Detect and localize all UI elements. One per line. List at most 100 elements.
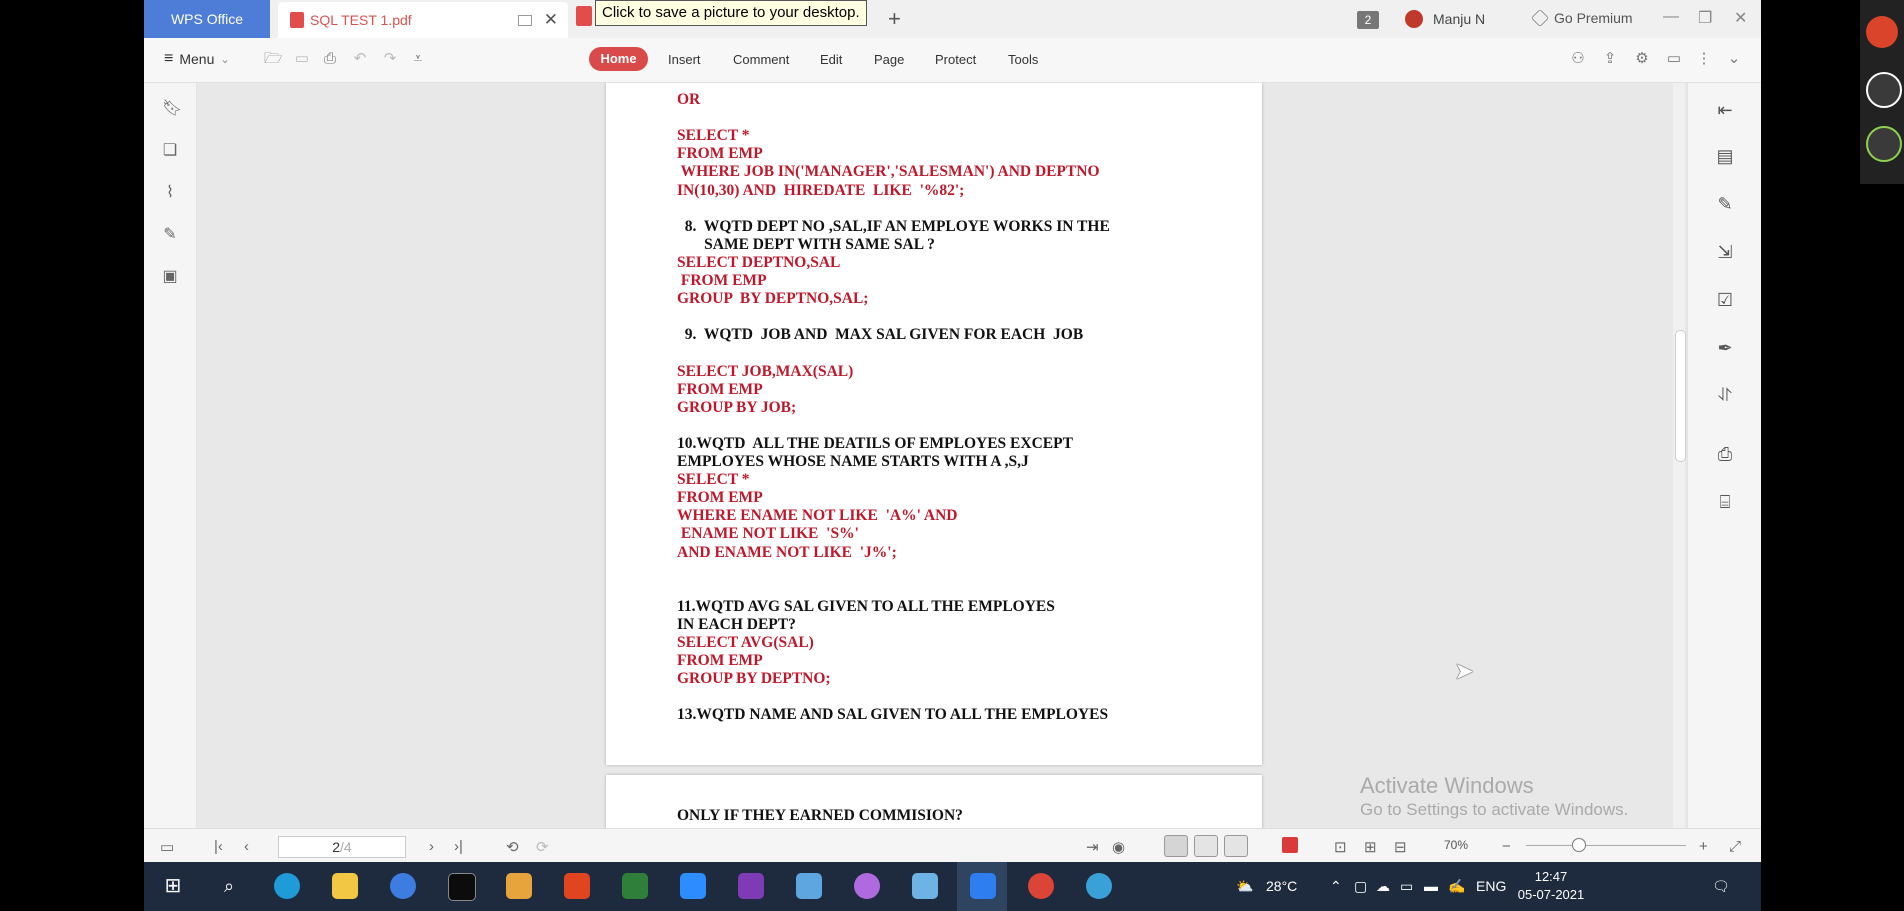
raise-hand-icon[interactable] [1866,126,1902,162]
tab-page[interactable]: Page [874,52,904,67]
stamp-icon[interactable]: ▣ [162,269,178,285]
print-icon[interactable]: ⎙ [322,51,338,67]
zoom-level[interactable]: 70% [1444,838,1468,852]
redo-icon[interactable]: ↷ [382,51,398,67]
network-icon[interactable]: ▭ [1400,862,1413,911]
compare-icon[interactable]: ⥯ [1716,386,1734,404]
prev-page-icon[interactable]: ‹ [244,838,249,855]
tab-home[interactable]: Home [589,47,648,71]
pdf-to-word-icon[interactable]: ▤ [1716,147,1734,165]
onenote-icon[interactable] [738,873,764,899]
onedrive-icon[interactable]: ☁ [1376,862,1390,911]
collapse-panel-icon[interactable]: ⇤ [1716,101,1734,119]
paint3d-icon[interactable] [854,873,880,899]
clock[interactable]: 12:47 05-07-2021 [1514,868,1588,904]
rotate-right-icon[interactable]: ⟳ [536,838,549,856]
last-page-icon[interactable]: ›| [454,838,463,855]
play-icon[interactable] [1282,837,1298,853]
window-icon[interactable] [1866,72,1902,108]
open-folder-icon[interactable]: 🗁 [264,51,283,67]
snipping-icon[interactable] [912,873,938,899]
tab-protect[interactable]: Protect [935,52,976,67]
more-icon[interactable]: ⋮ [1696,51,1712,67]
tab-insert[interactable]: Insert [668,52,701,67]
mute-mic-icon[interactable] [1866,16,1898,48]
exit-icon[interactable]: ⇥ [1086,838,1099,856]
print-panel-icon[interactable]: ⎙ [1716,445,1734,463]
tab-edit[interactable]: Edit [820,52,842,67]
bookmark-icon[interactable]: 🔖︎ [162,101,182,117]
tray-app-icon[interactable]: ▢ [1354,862,1367,911]
share-icon[interactable]: ⇪ [1602,51,1618,67]
user-account[interactable]: Manju N [1405,10,1485,28]
tray-chevron-icon[interactable]: ⌃ [1330,862,1342,911]
share-user-icon[interactable]: ⚇ [1570,51,1586,67]
attachment-icon[interactable]: ⌇ [162,185,178,201]
actual-size-icon[interactable]: ⊡ [1334,838,1347,856]
close-tab-icon[interactable]: ✕ [544,10,558,30]
search-icon[interactable]: ⌕ [216,873,242,899]
chrome-blue-icon[interactable] [390,873,416,899]
zoom-slider[interactable] [1526,845,1686,846]
zoom-slider-knob[interactable] [1572,838,1586,852]
ocr-icon[interactable]: ⌸ [1716,493,1734,511]
weather-icon[interactable]: ⛅ [1236,862,1253,911]
wps-taskbar-icon[interactable] [970,873,996,899]
sidebar-toggle-icon[interactable]: ▭ [160,838,174,856]
zoom-app-icon[interactable] [680,873,706,899]
start-icon[interactable]: ⊞ [160,873,186,899]
edge-icon[interactable] [274,873,300,899]
zoom-out-icon[interactable]: − [1502,838,1511,855]
notepad-icon[interactable] [796,873,822,899]
tab-wps-office[interactable]: WPS Office [144,0,270,38]
document-viewport[interactable]: OR SELECT * FROM EMP WHERE JOB IN('MANAGER… [197,83,1690,828]
signature-icon[interactable]: ✎ [162,227,178,243]
edit-pdf-icon[interactable]: ✎ [1716,195,1734,213]
page-number-input[interactable]: 2/4 [278,836,406,858]
file-explorer-icon[interactable] [332,873,358,899]
save-icon[interactable]: ▭ [294,51,310,67]
fullscreen-icon[interactable]: ⤢ [1729,838,1741,855]
minimize-icon[interactable]: — [1663,8,1679,26]
new-tab-button[interactable]: + [888,6,901,32]
sign-icon[interactable]: ✒ [1716,339,1734,357]
menu-button[interactable]: ≡ Menu ⌄ [164,50,230,68]
scrollbar-thumb[interactable] [1675,330,1686,462]
tab-other-document[interactable] [576,6,592,26]
tab-comment[interactable]: Comment [733,52,789,67]
snowflake-app-icon[interactable] [1086,873,1112,899]
first-page-icon[interactable]: |‹ [214,838,223,855]
battery-icon[interactable]: ▬ [1424,862,1438,911]
thumbnails-icon[interactable]: ❏ [162,143,178,159]
eye-protection-icon[interactable]: ◉ [1112,838,1125,856]
undo-icon[interactable]: ↶ [352,51,368,67]
pen-icon[interactable]: ✍ [1448,862,1465,911]
office-icon[interactable] [564,873,590,899]
tab-document[interactable]: SQL TEST 1.pdf ✕ [278,2,568,38]
form-icon[interactable]: ☑ [1716,291,1734,309]
rotate-icon[interactable]: ⟲ [506,838,519,856]
temperature[interactable]: 28°C [1266,862,1297,911]
zoom-in-icon[interactable]: + [1699,838,1708,855]
continuous-mode-button[interactable] [1164,835,1188,857]
export-pdf-icon[interactable]: ⇲ [1716,243,1734,261]
go-premium-button[interactable]: Go Premium [1530,8,1633,28]
settings-icon[interactable]: ⚙ [1634,51,1650,67]
comment-icon[interactable]: ▭ [1666,51,1682,67]
paint-icon[interactable] [506,873,532,899]
window-count-badge[interactable]: 2 [1357,11,1379,29]
customize-icon[interactable]: ⩡ [410,51,426,67]
close-window-icon[interactable]: ✕ [1734,8,1747,28]
fit-width-icon[interactable]: ⊟ [1394,838,1407,856]
tab-tools[interactable]: Tools [1008,52,1038,67]
single-page-button[interactable] [1194,835,1218,857]
next-page-icon[interactable]: › [429,838,434,855]
language-indicator[interactable]: ENG [1476,862,1506,911]
two-page-button[interactable] [1224,835,1248,857]
terminal-icon[interactable] [448,873,476,901]
fit-page-icon[interactable]: ⊞ [1364,838,1377,856]
restore-icon[interactable]: ❐ [1698,8,1712,28]
medical-app-icon[interactable] [622,873,648,899]
float-window-icon[interactable] [518,15,532,26]
vertical-scrollbar[interactable] [1673,83,1686,828]
